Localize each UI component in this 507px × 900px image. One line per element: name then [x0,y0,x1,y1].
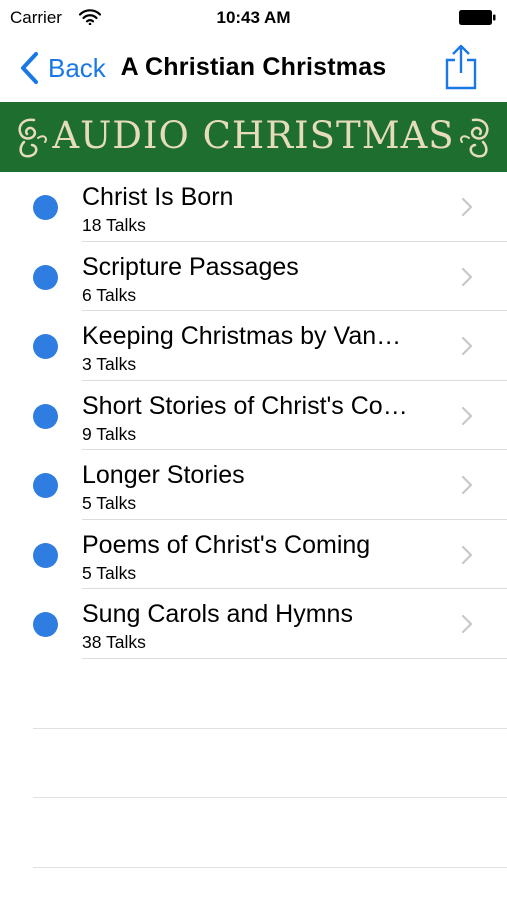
empty-row-separator [33,797,507,798]
audio-christmas-banner: AUDIO CHRISTMAS [0,102,507,172]
clock: 10:43 AM [216,8,291,27]
share-icon[interactable] [443,43,479,91]
unread-dot-icon [33,612,58,637]
list-item-subtitle: 3 Talks [82,354,137,374]
chevron-right-icon [461,545,473,564]
list-item-subtitle: 18 Talks [82,215,146,235]
battery-icon [459,10,496,25]
chevron-right-icon [461,197,473,217]
list-item-title: Christ Is Born [82,183,234,211]
list-item-title: Sung Carols and Hymns [82,600,353,628]
unread-dot-icon [33,334,58,359]
list-item-subtitle: 5 Talks [82,562,137,583]
chevron-right-icon [461,336,473,356]
unread-dot-icon [33,264,58,290]
unread-dot-icon [33,403,58,429]
chevron-right-icon [461,267,473,286]
list-item-title: Longer Stories [82,461,245,489]
list-item[interactable]: Poems of Christ's Coming 5 Talks [0,520,507,590]
list-item[interactable]: Sung Carols and Hymns 38 Talks [0,589,507,659]
list-item-subtitle: 38 Talks [82,632,146,652]
flourish-icon [459,118,489,158]
list-item[interactable]: Scripture Passages 6 Talks [0,242,507,312]
list-item[interactable]: Longer Stories 5 Talks [0,450,507,520]
chevron-right-icon [461,406,473,425]
list-item[interactable]: Christ Is Born 18 Talks [0,172,507,242]
unread-dot-icon [33,542,58,568]
list-item-subtitle: 5 Talks [82,493,137,513]
navigation-bar: Back A Christian Christmas [0,36,507,102]
list-item-title: Short Stories of Christ's Co… [82,391,408,420]
unread-dot-icon [33,473,58,498]
empty-row-separator [33,867,507,868]
status-bar: Carrier 10:43 AM [0,0,507,36]
list-item[interactable]: Keeping Christmas by Van… 3 Talks [0,311,507,381]
empty-row-separator [33,728,507,729]
page-title: A Christian Christmas [120,53,387,81]
chevron-right-icon [461,614,473,634]
list-item-subtitle: 6 Talks [82,284,137,305]
list-item-title: Scripture Passages [82,252,299,281]
chevron-right-icon [461,475,473,495]
list-item[interactable]: Short Stories of Christ's Co… 9 Talks [0,381,507,451]
list-item-title: Poems of Christ's Coming [82,530,371,559]
unread-dot-icon [33,195,58,220]
talk-list: Christ Is Born 18 Talks Scripture Passag… [0,172,507,659]
banner-title: AUDIO CHRISTMAS [52,114,455,157]
list-item-title: Keeping Christmas by Van… [82,322,402,350]
list-item-subtitle: 9 Talks [82,423,137,444]
